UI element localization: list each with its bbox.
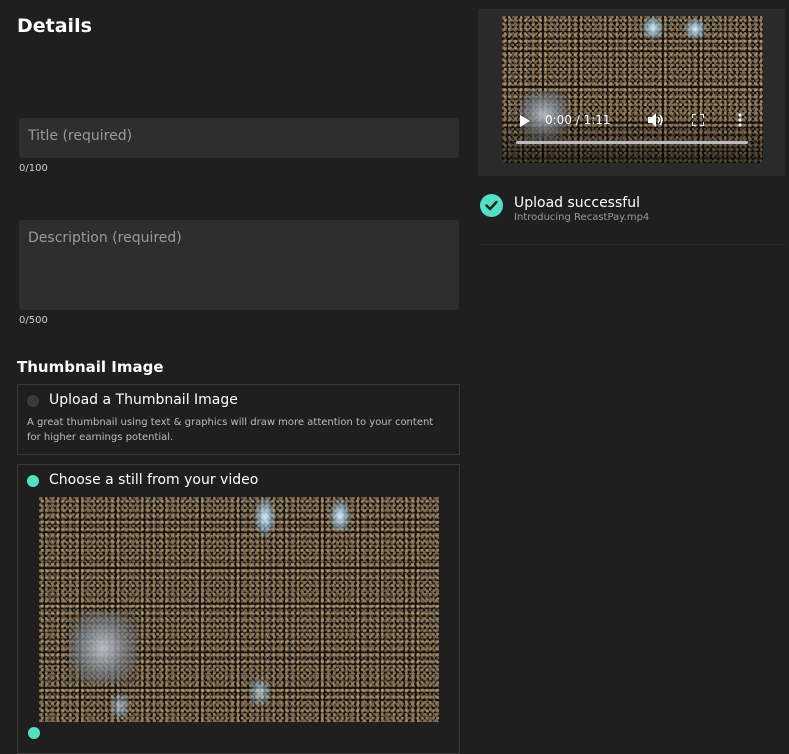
volume-icon[interactable] bbox=[648, 113, 664, 127]
description-input[interactable] bbox=[28, 230, 450, 278]
video-progress-bar[interactable] bbox=[516, 141, 748, 144]
upload-thumbnail-radio[interactable] bbox=[27, 395, 39, 407]
title-char-counter: 0/100 bbox=[19, 163, 48, 174]
upload-thumbnail-label: Upload a Thumbnail Image bbox=[49, 392, 238, 408]
play-icon[interactable] bbox=[520, 115, 530, 127]
video-still-thumbnail[interactable] bbox=[39, 497, 439, 722]
video-controls bbox=[502, 113, 763, 163]
video-time-display: 0:00 / 1:11 bbox=[545, 113, 611, 127]
fullscreen-icon[interactable] bbox=[692, 114, 704, 126]
check-circle-icon bbox=[480, 194, 503, 217]
title-field[interactable] bbox=[19, 118, 459, 158]
more-options-icon[interactable] bbox=[738, 113, 742, 127]
video-player[interactable]: 0:00 / 1:11 bbox=[502, 16, 763, 163]
upload-thumbnail-option[interactable]: Upload a Thumbnail Image A great thumbna… bbox=[17, 384, 460, 455]
thumbnail-heading: Thumbnail Image bbox=[17, 358, 164, 376]
choose-still-option[interactable]: Choose a still from your video bbox=[17, 464, 460, 754]
choose-still-label: Choose a still from your video bbox=[49, 472, 259, 488]
divider bbox=[480, 244, 785, 245]
title-input[interactable] bbox=[28, 128, 450, 144]
still-selection-indicator[interactable] bbox=[28, 727, 40, 739]
uploaded-filename: Introducing RecastPay.mp4 bbox=[514, 212, 650, 223]
upload-status-title: Upload successful bbox=[514, 195, 640, 211]
upload-thumbnail-description: A great thumbnail using text & graphics … bbox=[27, 417, 434, 443]
choose-still-radio[interactable] bbox=[27, 475, 39, 487]
details-heading: Details bbox=[17, 15, 92, 37]
description-char-counter: 0/500 bbox=[19, 315, 48, 326]
description-field[interactable] bbox=[19, 220, 459, 310]
